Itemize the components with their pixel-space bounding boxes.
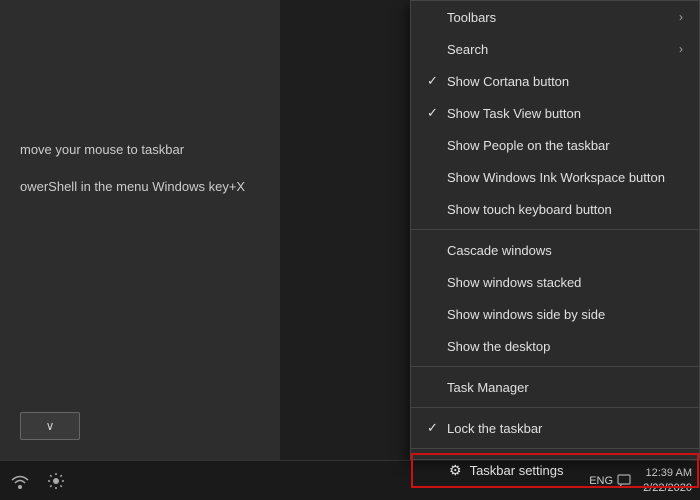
menu-item-show-people[interactable]: Show People on the taskbar	[411, 129, 699, 161]
menu-item-search[interactable]: Search›	[411, 33, 699, 65]
separator-after-desktop	[411, 366, 699, 367]
menu-label-desktop: Show the desktop	[447, 339, 683, 354]
separator-after-task-manager	[411, 407, 699, 408]
menu-label-show-task-view: Show Task View button	[447, 106, 683, 121]
left-panel-line2: owerShell in the menu Windows key+X	[20, 177, 260, 198]
dropdown-label: ∨	[46, 419, 55, 433]
context-menu: Toolbars›Search›✓Show Cortana button✓Sho…	[410, 0, 700, 460]
dropdown-mock[interactable]: ∨	[20, 412, 80, 440]
menu-label-search: Search	[447, 42, 679, 57]
arrow-icon-toolbars: ›	[679, 10, 683, 24]
taskbar-network-icon[interactable]	[8, 469, 32, 493]
taskbar-left	[0, 469, 76, 493]
menu-label-show-people: Show People on the taskbar	[447, 138, 683, 153]
menu-label-toolbars: Toolbars	[447, 10, 679, 25]
menu-item-toolbars[interactable]: Toolbars›	[411, 1, 699, 33]
menu-label-side-by-side: Show windows side by side	[447, 307, 683, 322]
menu-item-task-manager[interactable]: Task Manager	[411, 371, 699, 403]
menu-check-show-task-view: ✓	[427, 105, 447, 121]
left-panel-line1: move your mouse to taskbar	[20, 140, 260, 161]
menu-item-show-keyboard[interactable]: Show touch keyboard button	[411, 193, 699, 225]
menu-check-lock-taskbar: ✓	[427, 420, 447, 436]
menu-label-taskbar-settings: ⚙Taskbar settings	[449, 462, 681, 479]
menu-item-side-by-side[interactable]: Show windows side by side	[411, 298, 699, 330]
separator-after-show-keyboard	[411, 229, 699, 230]
separator-after-lock-taskbar	[411, 448, 699, 449]
menu-label-show-keyboard: Show touch keyboard button	[447, 202, 683, 217]
menu-item-taskbar-settings[interactable]: ⚙Taskbar settings	[411, 453, 699, 488]
menu-item-show-task-view[interactable]: ✓Show Task View button	[411, 97, 699, 129]
menu-label-cascade: Cascade windows	[447, 243, 683, 258]
gear-icon: ⚙	[449, 462, 462, 478]
arrow-icon-search: ›	[679, 42, 683, 56]
menu-item-desktop[interactable]: Show the desktop	[411, 330, 699, 362]
menu-item-cascade[interactable]: Cascade windows	[411, 234, 699, 266]
menu-label-stacked: Show windows stacked	[447, 275, 683, 290]
menu-item-stacked[interactable]: Show windows stacked	[411, 266, 699, 298]
menu-item-show-cortana[interactable]: ✓Show Cortana button	[411, 65, 699, 97]
left-panel: move your mouse to taskbar owerShell in …	[0, 0, 280, 500]
left-panel-text: move your mouse to taskbar owerShell in …	[20, 140, 260, 198]
menu-item-show-ink[interactable]: Show Windows Ink Workspace button	[411, 161, 699, 193]
taskbar-settings-icon[interactable]	[44, 469, 68, 493]
menu-label-lock-taskbar: Lock the taskbar	[447, 421, 683, 436]
menu-label-task-manager: Task Manager	[447, 380, 683, 395]
menu-item-lock-taskbar[interactable]: ✓Lock the taskbar	[411, 412, 699, 444]
menu-label-show-ink: Show Windows Ink Workspace button	[447, 170, 683, 185]
menu-label-show-cortana: Show Cortana button	[447, 74, 683, 89]
menu-check-show-cortana: ✓	[427, 73, 447, 89]
